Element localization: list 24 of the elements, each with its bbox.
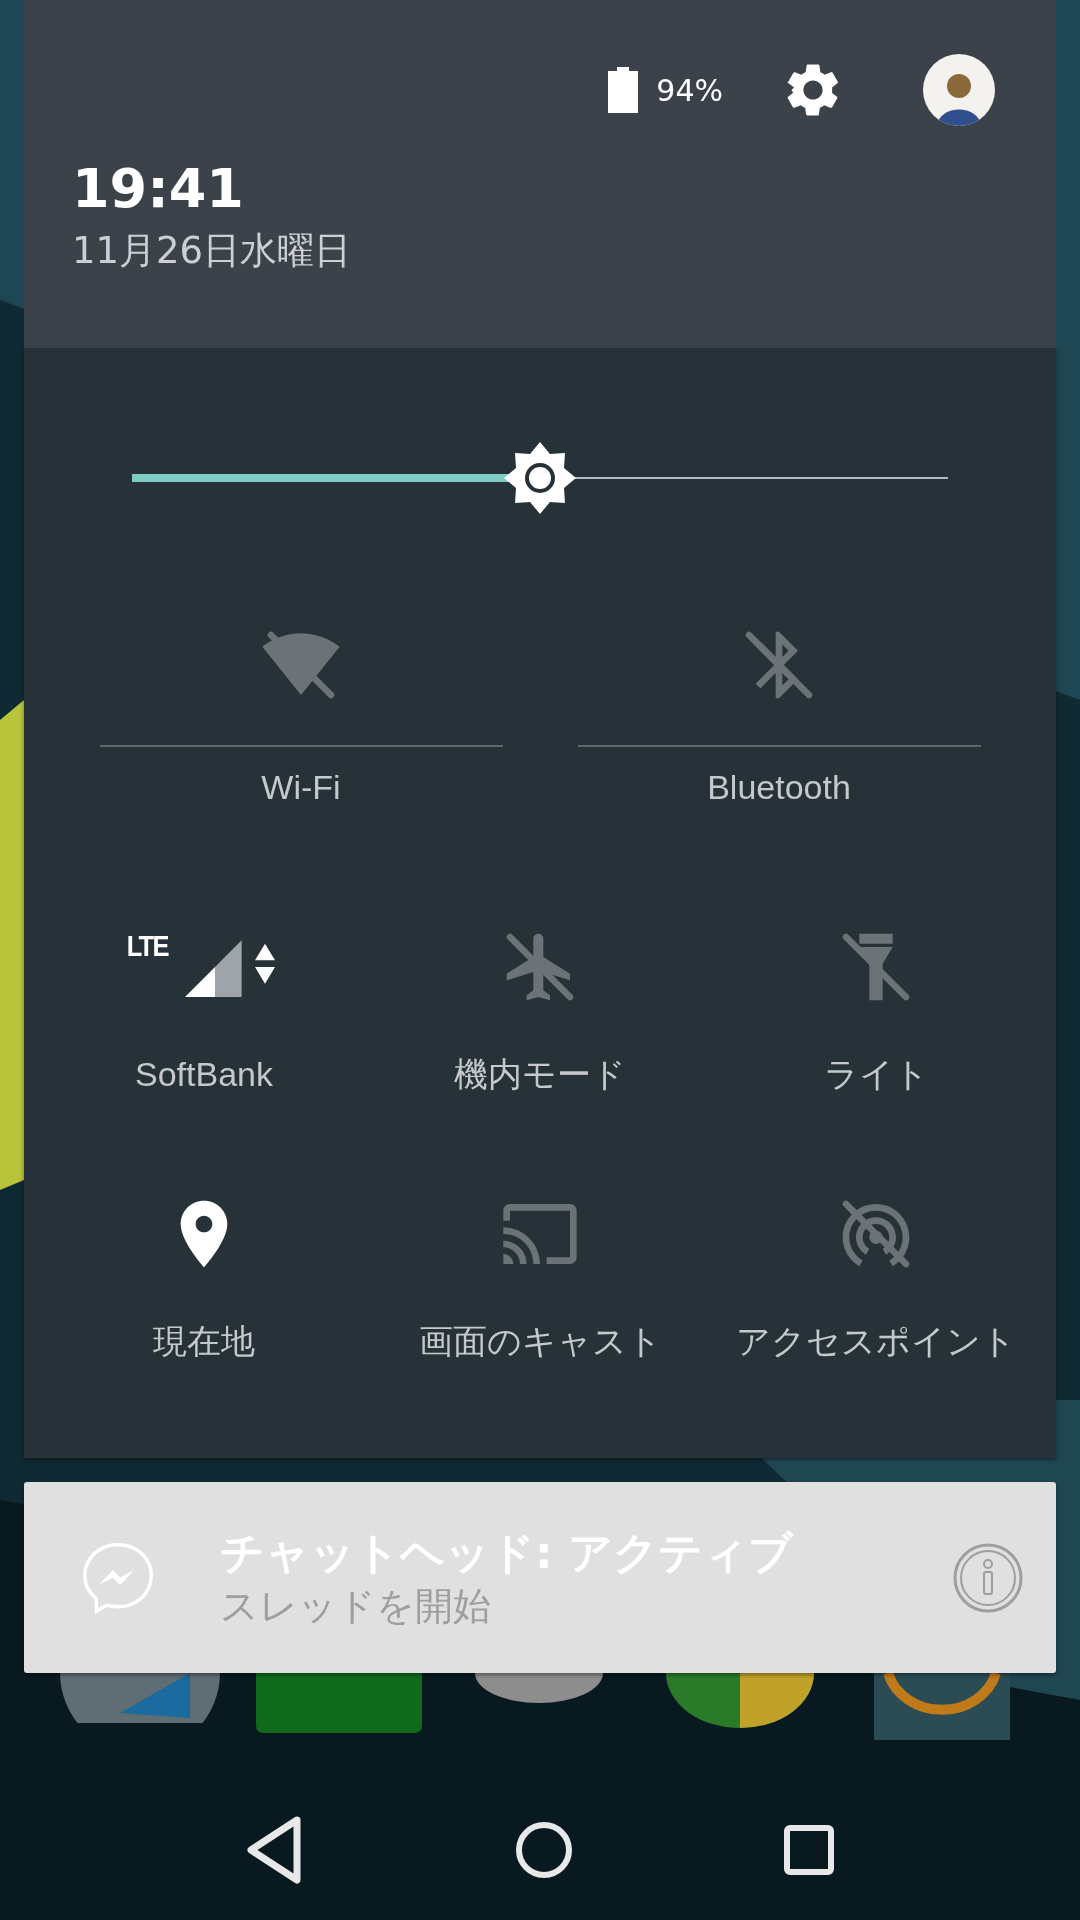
brightness-slider-thumb[interactable] [504,442,576,514]
quick-setting-tile[interactable]: LTE SoftBank [36,927,372,1096]
quick-setting-tile[interactable]: アクセスポイント [708,1194,1044,1363]
quick-setting-tile[interactable]: 画面のキャスト [372,1194,708,1363]
clock-time: 19:41 [72,157,245,221]
info-icon [952,1541,1024,1614]
quick-setting-tile[interactable]: ライト [708,927,1044,1096]
quick-setting-tile[interactable]: Bluetooth [577,625,981,809]
app-icon[interactable] [666,1673,814,1728]
battery-icon [608,67,639,113]
recent-apps-button[interactable] [783,1824,836,1876]
app-icon[interactable] [475,1673,603,1703]
notification-text: スレッドを開始 [220,1582,492,1630]
home-icon [514,1820,574,1880]
recents-icon [783,1824,836,1876]
quick-setting-tile[interactable]: Wi-Fi [99,625,503,809]
quick-setting-tile[interactable]: 機内モード [372,927,708,1096]
app-icon[interactable] [60,1673,220,1723]
app-icon[interactable] [874,1673,1010,1740]
network-type-label: LTE [126,931,168,961]
date-text: 11月26日水曜日 [72,228,353,274]
quick-setting-tile[interactable]: 現在地 [36,1194,372,1363]
battery-percent: 94% [656,72,723,108]
home-button[interactable] [514,1820,574,1880]
